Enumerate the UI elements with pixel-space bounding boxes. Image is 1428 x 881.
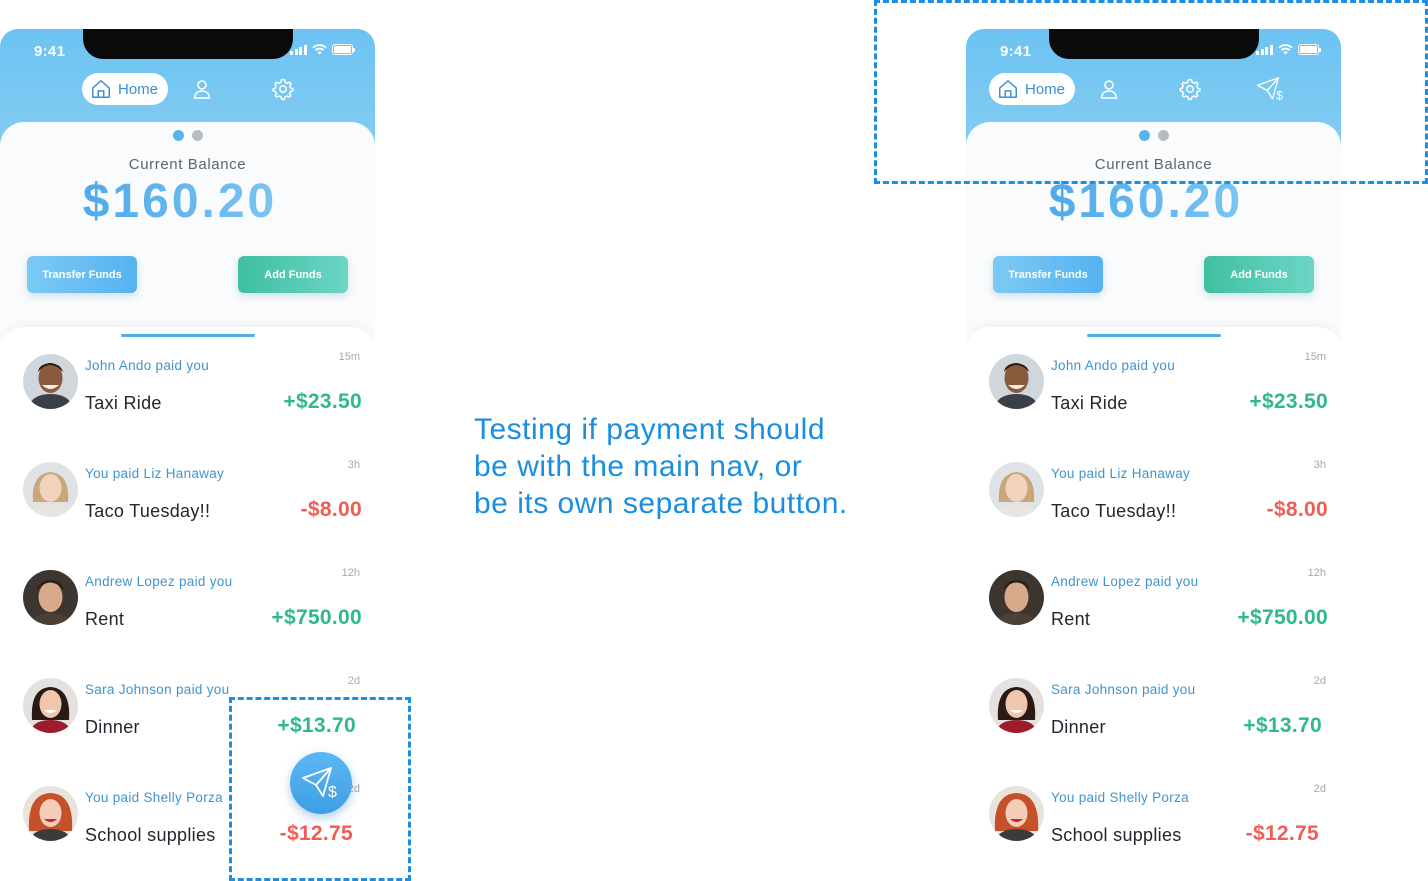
status-icons (290, 44, 355, 55)
transaction-who: John Ando paid you (1051, 358, 1175, 373)
transaction-who: Andrew Lopez paid you (1051, 574, 1199, 589)
transaction-row[interactable]: You paid Shelly Porza 2d School supplies… (966, 783, 1341, 881)
transaction-description: Rent (85, 609, 125, 629)
transaction-row[interactable]: John Ando paid you 15m Taxi Ride +$23.50 (0, 351, 375, 454)
transaction-time: 12h (1307, 567, 1326, 579)
wifi-icon (311, 44, 327, 55)
transaction-description: Taxi Ride (85, 393, 162, 413)
transaction-who: You paid Shelly Porza (85, 790, 223, 805)
transaction-description: Rent (1051, 609, 1091, 629)
battery-icon (331, 44, 355, 55)
transaction-who: You paid Liz Hanaway (1051, 466, 1191, 481)
avatar (989, 354, 1044, 409)
transaction-who: You paid Shelly Porza (1051, 790, 1189, 805)
nav-home-tab[interactable]: Home (82, 73, 168, 105)
transaction-description: School supplies (85, 825, 216, 845)
transaction-who: Sara Johnson paid you (85, 682, 230, 697)
status-time: 9:41 (34, 43, 66, 60)
transaction-who: You paid Liz Hanaway (85, 466, 225, 481)
main-nav: Home (0, 73, 375, 105)
balance-value: $160.20 (0, 174, 360, 229)
highlight-box-nav (874, 0, 1428, 184)
transaction-row[interactable]: Sara Johnson paid you 2d Dinner +$13.70 (966, 675, 1341, 778)
transaction-who: Andrew Lopez paid you (85, 574, 233, 589)
transaction-description: Taxi Ride (1051, 393, 1128, 413)
signal-icon (290, 44, 307, 55)
transaction-time: 2d (1313, 675, 1326, 687)
avatar (989, 462, 1044, 517)
transaction-who: John Ando paid you (85, 358, 209, 373)
avatar (23, 570, 78, 625)
transaction-description: Dinner (85, 717, 140, 737)
avatar (989, 678, 1044, 733)
transaction-row[interactable]: John Ando paid you 15m Taxi Ride +$23.50 (966, 351, 1341, 454)
transaction-description: Taco Tuesday!! (1051, 501, 1177, 521)
nav-home-label: Home (118, 80, 159, 98)
avatar (23, 462, 78, 517)
balance-label: Current Balance (128, 156, 247, 173)
transaction-row[interactable]: Andrew Lopez paid you 12h Rent +$750.00 (0, 567, 375, 670)
annotation-line: be its own separate button. (474, 487, 848, 520)
transfer-funds-button[interactable]: Transfer Funds (993, 256, 1103, 293)
transaction-time: 12h (341, 567, 360, 579)
annotation-line: be with the main nav, or (474, 450, 803, 483)
avatar (23, 678, 78, 733)
transaction-description: School supplies (1051, 825, 1182, 845)
annotation-line: Testing if payment should (474, 413, 826, 446)
avatar (23, 786, 78, 841)
person-icon[interactable] (190, 77, 214, 101)
avatar (23, 354, 78, 409)
transaction-time: 2d (347, 675, 360, 687)
list-drag-handle[interactable] (1087, 334, 1221, 337)
transaction-time: 15m (1304, 351, 1326, 363)
add-funds-button[interactable]: Add Funds (238, 256, 348, 293)
transaction-amount: -$8.00 (1266, 498, 1328, 521)
annotation-note: Testing if payment should be with the ma… (474, 411, 914, 522)
page-dots (0, 130, 375, 141)
gear-icon[interactable] (271, 77, 295, 101)
device-notch (83, 29, 293, 59)
transaction-time: 15m (338, 351, 360, 363)
transaction-time: 3h (347, 459, 360, 471)
add-funds-button[interactable]: Add Funds (1204, 256, 1314, 293)
transaction-amount: -$8.00 (300, 498, 362, 521)
transaction-amount: -$12.75 (1245, 822, 1319, 845)
transaction-description: Dinner (1051, 717, 1106, 737)
transaction-time: 2d (1313, 783, 1326, 795)
avatar (989, 786, 1044, 841)
transaction-who: Sara Johnson paid you (1051, 682, 1196, 697)
transaction-amount: +$13.70 (1243, 714, 1322, 737)
transaction-row[interactable]: You paid Liz Hanaway 3h Taco Tuesday!! -… (966, 459, 1341, 562)
transaction-row[interactable]: You paid Liz Hanaway 3h Taco Tuesday!! -… (0, 459, 375, 562)
transfer-funds-button[interactable]: Transfer Funds (27, 256, 137, 293)
transaction-list: John Ando paid you 15m Taxi Ride +$23.50… (966, 327, 1341, 881)
balance-card: Current Balance $160.20 Transfer Funds A… (0, 122, 375, 337)
home-icon (92, 80, 110, 98)
transaction-amount: +$750.00 (1237, 606, 1328, 629)
transaction-time: 3h (1313, 459, 1326, 471)
transaction-amount: +$23.50 (1249, 390, 1328, 413)
page-dot-active[interactable] (172, 130, 184, 141)
avatar (989, 570, 1044, 625)
list-drag-handle[interactable] (121, 334, 255, 337)
transaction-row[interactable]: Andrew Lopez paid you 12h Rent +$750.00 (966, 567, 1341, 670)
transaction-amount: +$750.00 (271, 606, 362, 629)
page-dot[interactable] (191, 130, 203, 141)
transaction-amount: +$23.50 (283, 390, 362, 413)
transaction-description: Taco Tuesday!! (85, 501, 211, 521)
highlight-box-floating (229, 697, 411, 881)
